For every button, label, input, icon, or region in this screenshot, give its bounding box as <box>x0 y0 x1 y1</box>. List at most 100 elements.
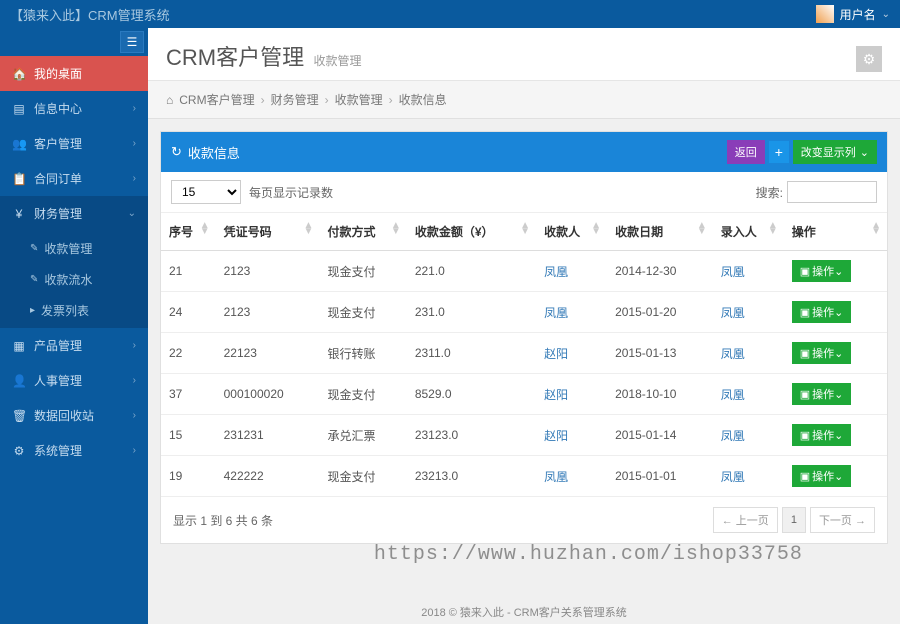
user-menu[interactable]: 用户名 ⌄ <box>816 5 890 23</box>
sidebar-item[interactable]: ¥财务管理⌄ <box>0 196 148 231</box>
payee-link[interactable]: 赵阳 <box>544 429 568 443</box>
cell-entry: 凤凰 <box>713 415 784 456</box>
cell-method: 现金支付 <box>319 374 406 415</box>
table-row: 24 2123 现金支付 231.0 凤凰 2015-01-20 凤凰 ▣操作⌄ <box>161 292 887 333</box>
cell-amount: 23213.0 <box>407 456 536 497</box>
cell-date: 2015-01-01 <box>607 456 713 497</box>
entry-link[interactable]: 凤凰 <box>721 347 745 361</box>
payee-link[interactable]: 凤凰 <box>544 265 568 279</box>
column-header[interactable]: 付款方式▲▼ <box>319 213 406 251</box>
sidebar-toggle-button[interactable]: ☰ <box>120 31 144 53</box>
sidebar-item[interactable]: ▤信息中心› <box>0 91 148 126</box>
top-header: 【猿来入此】CRM管理系统 用户名 ⌄ <box>0 0 900 28</box>
cell-method: 现金支付 <box>319 292 406 333</box>
sidebar-sub-item[interactable]: ✎收款管理 <box>0 233 148 264</box>
sidebar-item[interactable]: 👤人事管理› <box>0 363 148 398</box>
page-1-button[interactable]: 1 <box>782 507 806 533</box>
bc-item[interactable]: 财务管理 <box>271 91 319 108</box>
sidebar-toggle-row: ☰ <box>0 28 148 56</box>
bc-item[interactable]: CRM客户管理 <box>179 91 254 108</box>
column-header[interactable]: 收款金额（¥）▲▼ <box>407 213 536 251</box>
sidebar-item[interactable]: 👥客户管理› <box>0 126 148 161</box>
chevron-icon: › <box>133 375 136 386</box>
column-header[interactable]: 凭证号码▲▼ <box>216 213 320 251</box>
page-size-select[interactable]: 15 <box>171 180 241 204</box>
entry-link[interactable]: 凤凰 <box>721 388 745 402</box>
search-input[interactable] <box>787 181 877 203</box>
entry-link[interactable]: 凤凰 <box>721 265 745 279</box>
user-icon: ▣ <box>800 265 810 278</box>
nav-icon: ▤ <box>12 102 26 116</box>
cell-voucher: 22123 <box>216 333 320 374</box>
row-action-button[interactable]: ▣操作⌄ <box>792 260 852 282</box>
page-size-label: 每页显示记录数 <box>249 184 333 201</box>
sort-icon: ▲▼ <box>304 223 314 235</box>
panel-title: 收款信息 <box>188 143 240 162</box>
page-title-bar: CRM客户管理 收款管理 ⚙ <box>148 28 900 81</box>
nav-icon: 🏠 <box>12 67 26 81</box>
column-header[interactable]: 操作▲▼ <box>784 213 887 251</box>
user-icon: ▣ <box>800 470 810 483</box>
column-header[interactable]: 录入人▲▼ <box>713 213 784 251</box>
chevron-down-icon: ⌄ <box>860 146 869 159</box>
settings-button[interactable]: ⚙ <box>856 46 882 72</box>
cell-entry: 凤凰 <box>713 333 784 374</box>
gear-icon: ⚙ <box>863 51 876 68</box>
column-header[interactable]: 收款人▲▼ <box>536 213 607 251</box>
pagination: ← 上一页 1 下一页 → <box>713 507 875 533</box>
bc-sep-icon: › <box>389 93 393 107</box>
sidebar-item[interactable]: 🗑数据回收站› <box>0 398 148 433</box>
entry-link[interactable]: 凤凰 <box>721 470 745 484</box>
prev-page-button[interactable]: ← 上一页 <box>713 507 778 533</box>
payee-link[interactable]: 凤凰 <box>544 470 568 484</box>
receipts-table: 序号▲▼凭证号码▲▼付款方式▲▼收款金额（¥）▲▼收款人▲▼收款日期▲▼录入人▲… <box>161 213 887 497</box>
change-columns-button[interactable]: 改变显示列 ⌄ <box>793 140 877 164</box>
add-button[interactable]: + <box>769 141 789 163</box>
sidebar: ☰ 🏠我的桌面▤信息中心›👥客户管理›📋合同订单›¥财务管理⌄ ✎收款管理✎收款… <box>0 28 148 624</box>
sub-icon: ✎ <box>30 274 38 285</box>
bc-item[interactable]: 收款管理 <box>335 91 383 108</box>
return-button[interactable]: 返回 <box>727 140 765 164</box>
entry-link[interactable]: 凤凰 <box>721 429 745 443</box>
payee-link[interactable]: 赵阳 <box>544 388 568 402</box>
nav-label: 财务管理 <box>34 205 82 222</box>
row-action-button[interactable]: ▣操作⌄ <box>792 465 852 487</box>
payee-link[interactable]: 凤凰 <box>544 306 568 320</box>
cell-date: 2018-10-10 <box>607 374 713 415</box>
cell-no: 21 <box>161 251 216 292</box>
chevron-icon: › <box>133 410 136 421</box>
sub-icon: ✎ <box>30 243 38 254</box>
sidebar-sub-item[interactable]: ✎收款流水 <box>0 264 148 295</box>
row-action-button[interactable]: ▣操作⌄ <box>792 383 852 405</box>
username-label: 用户名 <box>840 6 876 23</box>
cell-date: 2014-12-30 <box>607 251 713 292</box>
main-content: CRM客户管理 收款管理 ⚙ ⌂ CRM客户管理 › 财务管理 › 收款管理 ›… <box>148 28 900 624</box>
sidebar-item[interactable]: ▦产品管理› <box>0 328 148 363</box>
nav-icon: 🗑 <box>12 409 26 423</box>
table-toolbar: 15 每页显示记录数 搜索: <box>161 172 887 213</box>
user-icon: ▣ <box>800 347 810 360</box>
column-header[interactable]: 序号▲▼ <box>161 213 216 251</box>
sub-icon: ▸ <box>30 305 35 316</box>
row-action-button[interactable]: ▣操作⌄ <box>792 301 852 323</box>
chevron-down-icon: ⌄ <box>882 9 890 20</box>
spinner-icon: ↻ <box>171 144 182 160</box>
entry-link[interactable]: 凤凰 <box>721 306 745 320</box>
column-header[interactable]: 收款日期▲▼ <box>607 213 713 251</box>
payee-link[interactable]: 赵阳 <box>544 347 568 361</box>
nav-label: 人事管理 <box>34 372 82 389</box>
chevron-icon: › <box>133 340 136 351</box>
sidebar-item[interactable]: 📋合同订单› <box>0 161 148 196</box>
nav-label: 系统管理 <box>34 442 82 459</box>
row-action-button[interactable]: ▣操作⌄ <box>792 342 852 364</box>
row-action-button[interactable]: ▣操作⌄ <box>792 424 852 446</box>
sidebar-sub-item[interactable]: ▸发票列表 <box>0 295 148 326</box>
next-page-button[interactable]: 下一页 → <box>810 507 875 533</box>
sidebar-item[interactable]: 🏠我的桌面 <box>0 56 148 91</box>
cell-date: 2015-01-13 <box>607 333 713 374</box>
chevron-icon: › <box>133 445 136 456</box>
breadcrumb: ⌂ CRM客户管理 › 财务管理 › 收款管理 › 收款信息 <box>148 81 900 119</box>
sidebar-item[interactable]: ⚙系统管理› <box>0 433 148 468</box>
cell-amount: 2311.0 <box>407 333 536 374</box>
bc-sep-icon: › <box>325 93 329 107</box>
